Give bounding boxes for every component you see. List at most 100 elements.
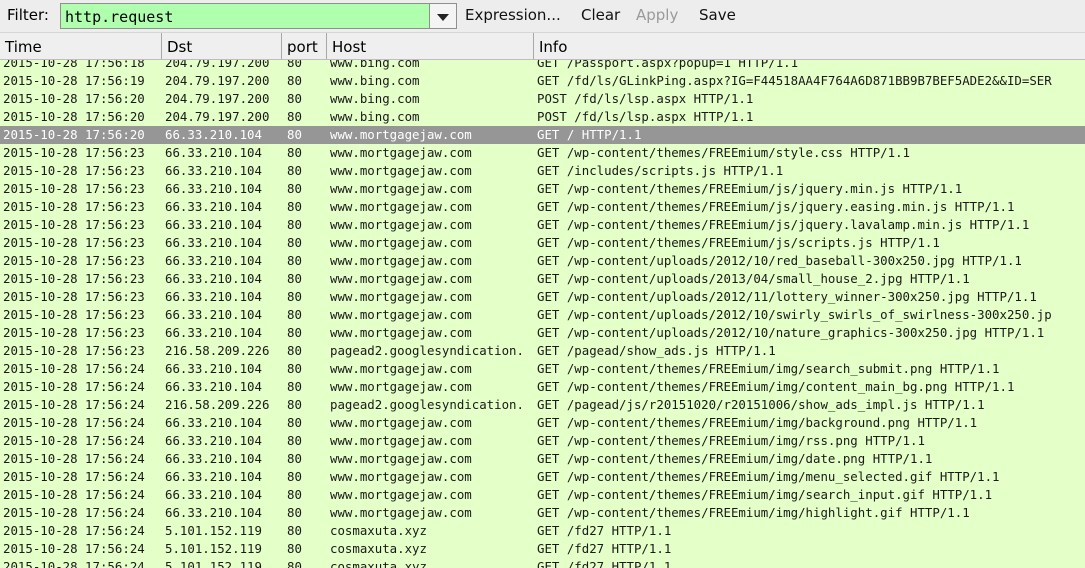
packet-row[interactable]: 2015-10-28 17:56:24 5.101.152.119 80 cosmax… (0, 558, 1085, 568)
cell-host: www.mortgagejaw.com (330, 127, 472, 142)
cell-time: 2015-10-28 17:56:24 (3, 559, 145, 568)
cell-info: GET /wp-content/uploads/2012/10/swirly_s… (537, 307, 1052, 322)
cell-dst: 66.33.210.104 (165, 469, 262, 484)
packet-row[interactable]: 2015-10-28 17:56:23 66.33.210.104 80 www.mo… (0, 234, 1085, 252)
column-header-info[interactable]: Info (534, 33, 1085, 59)
packet-row[interactable]: 2015-10-28 17:56:24 66.33.210.104 80 www.mo… (0, 468, 1085, 486)
packet-list-header: Time Dst port Host Info (0, 33, 1085, 60)
cell-dst: 66.33.210.104 (165, 505, 262, 520)
cell-port: 80 (287, 127, 302, 142)
packet-row[interactable]: 2015-10-28 17:56:23 66.33.210.104 80 www.mo… (0, 144, 1085, 162)
cell-dst: 5.101.152.119 (165, 541, 262, 556)
packet-list[interactable]: 2015-10-28 17:56:18 204.79.197.200 80 www.b… (0, 60, 1085, 568)
cell-info: GET /wp-content/themes/FREEmium/img/sear… (537, 487, 993, 502)
filter-history-dropdown[interactable] (430, 3, 457, 29)
cell-host: www.mortgagejaw.com (330, 181, 472, 196)
cell-port: 80 (287, 415, 302, 430)
packet-row[interactable]: 2015-10-28 17:56:20 66.33.210.104 80 www.mo… (0, 126, 1085, 144)
packet-row[interactable]: 2015-10-28 17:56:24 66.33.210.104 80 www.mo… (0, 432, 1085, 450)
cell-host: www.mortgagejaw.com (330, 487, 472, 502)
cell-host: www.mortgagejaw.com (330, 469, 472, 484)
cell-dst: 66.33.210.104 (165, 271, 262, 286)
cell-port: 80 (287, 325, 302, 340)
cell-port: 80 (287, 145, 302, 160)
cell-time: 2015-10-28 17:56:24 (3, 487, 145, 502)
expression-button[interactable]: Expression... (465, 6, 561, 24)
cell-time: 2015-10-28 17:56:24 (3, 451, 145, 466)
cell-time: 2015-10-28 17:56:20 (3, 127, 145, 142)
cell-dst: 66.33.210.104 (165, 433, 262, 448)
save-button[interactable]: Save (699, 6, 736, 24)
cell-dst: 66.33.210.104 (165, 253, 262, 268)
cell-host: www.mortgagejaw.com (330, 505, 472, 520)
cell-host: www.mortgagejaw.com (330, 235, 472, 250)
cell-dst: 66.33.210.104 (165, 145, 262, 160)
cell-host: www.mortgagejaw.com (330, 145, 472, 160)
cell-time: 2015-10-28 17:56:24 (3, 541, 145, 556)
cell-port: 80 (287, 217, 302, 232)
packet-row[interactable]: 2015-10-28 17:56:23 66.33.210.104 80 www.mo… (0, 288, 1085, 306)
cell-info: GET /wp-content/themes/FREEmium/img/high… (537, 505, 970, 520)
cell-dst: 66.33.210.104 (165, 379, 262, 394)
packet-row[interactable]: 2015-10-28 17:56:23 216.58.209.226 80 pagea… (0, 342, 1085, 360)
packet-row[interactable]: 2015-10-28 17:56:24 66.33.210.104 80 www.mo… (0, 450, 1085, 468)
cell-port: 80 (287, 91, 302, 106)
packet-row[interactable]: 2015-10-28 17:56:19 204.79.197.200 80 www.b… (0, 72, 1085, 90)
cell-info: POST /fd/ls/lsp.aspx HTTP/1.1 (537, 109, 754, 124)
packet-row[interactable]: 2015-10-28 17:56:23 66.33.210.104 80 www.mo… (0, 198, 1085, 216)
packet-row[interactable]: 2015-10-28 17:56:23 66.33.210.104 80 www.mo… (0, 306, 1085, 324)
cell-time: 2015-10-28 17:56:23 (3, 289, 145, 304)
cell-port: 80 (287, 433, 302, 448)
packet-row[interactable]: 2015-10-28 17:56:24 216.58.209.226 80 pagea… (0, 396, 1085, 414)
cell-host: www.mortgagejaw.com (330, 289, 472, 304)
apply-button[interactable]: Apply (636, 6, 678, 24)
cell-host: www.mortgagejaw.com (330, 379, 472, 394)
cell-time: 2015-10-28 17:56:23 (3, 163, 145, 178)
packet-row[interactable]: 2015-10-28 17:56:24 5.101.152.119 80 cosmax… (0, 522, 1085, 540)
packet-row[interactable]: 2015-10-28 17:56:23 66.33.210.104 80 www.mo… (0, 324, 1085, 342)
filter-input[interactable] (60, 3, 430, 29)
packet-row[interactable]: 2015-10-28 17:56:24 66.33.210.104 80 www.mo… (0, 486, 1085, 504)
packet-row[interactable]: 2015-10-28 17:56:23 66.33.210.104 80 www.mo… (0, 162, 1085, 180)
packet-row[interactable]: 2015-10-28 17:56:23 66.33.210.104 80 www.mo… (0, 180, 1085, 198)
cell-host: cosmaxuta.xyz (330, 559, 427, 568)
column-header-time[interactable]: Time (0, 33, 162, 59)
packet-row[interactable]: 2015-10-28 17:56:20 204.79.197.200 80 www.b… (0, 108, 1085, 126)
packet-row[interactable]: 2015-10-28 17:56:20 204.79.197.200 80 www.b… (0, 90, 1085, 108)
cell-dst: 66.33.210.104 (165, 181, 262, 196)
column-header-host[interactable]: Host (327, 33, 534, 59)
cell-info: GET /pagead/js/r20151020/r20151006/show_… (537, 397, 985, 412)
cell-dst: 204.79.197.200 (165, 60, 270, 70)
cell-host: www.mortgagejaw.com (330, 415, 472, 430)
cell-host: www.mortgagejaw.com (330, 307, 472, 322)
packet-row[interactable]: 2015-10-28 17:56:24 66.33.210.104 80 www.mo… (0, 378, 1085, 396)
cell-dst: 66.33.210.104 (165, 127, 262, 142)
cell-port: 80 (287, 451, 302, 466)
cell-dst: 66.33.210.104 (165, 235, 262, 250)
cell-port: 80 (287, 469, 302, 484)
cell-info: GET /pagead/show_ads.js HTTP/1.1 (537, 343, 776, 358)
packet-row[interactable]: 2015-10-28 17:56:23 66.33.210.104 80 www.mo… (0, 252, 1085, 270)
column-header-port[interactable]: port (282, 33, 327, 59)
cell-host: cosmaxuta.xyz (330, 541, 427, 556)
packet-row[interactable]: 2015-10-28 17:56:24 66.33.210.104 80 www.mo… (0, 360, 1085, 378)
clear-button[interactable]: Clear (581, 6, 620, 24)
cell-time: 2015-10-28 17:56:19 (3, 73, 145, 88)
cell-dst: 66.33.210.104 (165, 361, 262, 376)
cell-dst: 204.79.197.200 (165, 91, 270, 106)
cell-info: GET /wp-content/themes/FREEmium/js/jquer… (537, 217, 1030, 232)
cell-dst: 204.79.197.200 (165, 73, 270, 88)
packet-row[interactable]: 2015-10-28 17:56:23 66.33.210.104 80 www.mo… (0, 270, 1085, 288)
packet-row[interactable]: 2015-10-28 17:56:24 66.33.210.104 80 www.mo… (0, 414, 1085, 432)
cell-time: 2015-10-28 17:56:23 (3, 271, 145, 286)
cell-info: GET /fd27 HTTP/1.1 (537, 523, 672, 538)
cell-dst: 66.33.210.104 (165, 217, 262, 232)
packet-row[interactable]: 2015-10-28 17:56:24 66.33.210.104 80 www.mo… (0, 504, 1085, 522)
packet-row[interactable]: 2015-10-28 17:56:18 204.79.197.200 80 www.b… (0, 60, 1085, 72)
cell-port: 80 (287, 289, 302, 304)
cell-time: 2015-10-28 17:56:23 (3, 181, 145, 196)
packet-row[interactable]: 2015-10-28 17:56:24 5.101.152.119 80 cosmax… (0, 540, 1085, 558)
column-header-dst[interactable]: Dst (162, 33, 282, 59)
packet-row[interactable]: 2015-10-28 17:56:23 66.33.210.104 80 www.mo… (0, 216, 1085, 234)
cell-dst: 5.101.152.119 (165, 523, 262, 538)
